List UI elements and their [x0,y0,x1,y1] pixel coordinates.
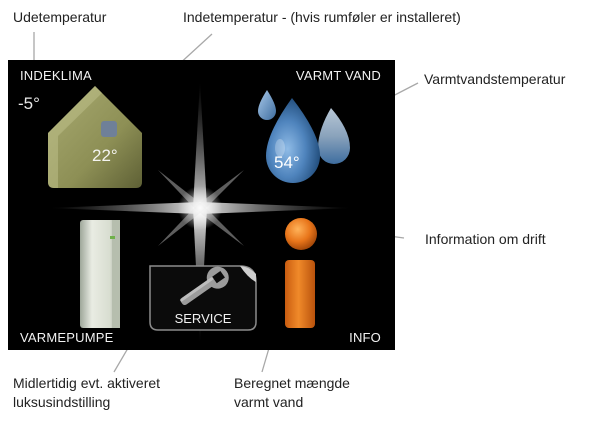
service-label: SERVICE [174,311,232,326]
outdoor-temperature: -5° [18,94,40,113]
varmepumpe-menu[interactable] [70,220,140,330]
info-menu[interactable] [270,216,330,331]
varmepumpe-label[interactable]: VARMEPUMPE [20,330,114,345]
indoor-temperature: 22° [92,146,118,165]
hot-water-temperature: 54° [274,153,300,172]
callout-indetemperatur: Indetemperatur - (hvis rumføler er insta… [183,9,461,25]
callout-luksusindstilling: Midlertidig evt. aktiveret luksusindstil… [13,374,160,412]
varmt-vand-label[interactable]: VARMT VAND [296,68,381,83]
callout-information-om-drift: Information om drift [425,231,546,247]
callout-varmtvandstemperatur: Varmtvandstemperatur [424,71,566,87]
heat-pump-display: INDEKLIMA VARMT VAND VARMEPUMPE INFO -5°… [8,60,395,350]
callout-beregnet-line1: Beregnet mængde [234,375,350,391]
heat-pump-icon [80,220,120,328]
water-drops-icon [258,90,350,183]
service-menu[interactable]: SERVICE [144,260,262,335]
varmt-vand-menu[interactable]: 54° [248,90,368,200]
callout-beregnet-varmt-vand: Beregnet mængde varmt vand [234,374,350,412]
callout-udetemperatur: Udetemperatur [13,9,107,25]
house-icon [48,86,142,188]
info-label[interactable]: INFO [349,330,381,345]
indeklima-menu[interactable]: 22° [40,78,150,193]
callout-luksus-line1: Midlertidig evt. aktiveret [13,375,161,391]
callout-luksus-line2: luksusindstilling [13,394,111,410]
callout-beregnet-line2: varmt vand [234,394,304,410]
info-icon [285,218,317,328]
